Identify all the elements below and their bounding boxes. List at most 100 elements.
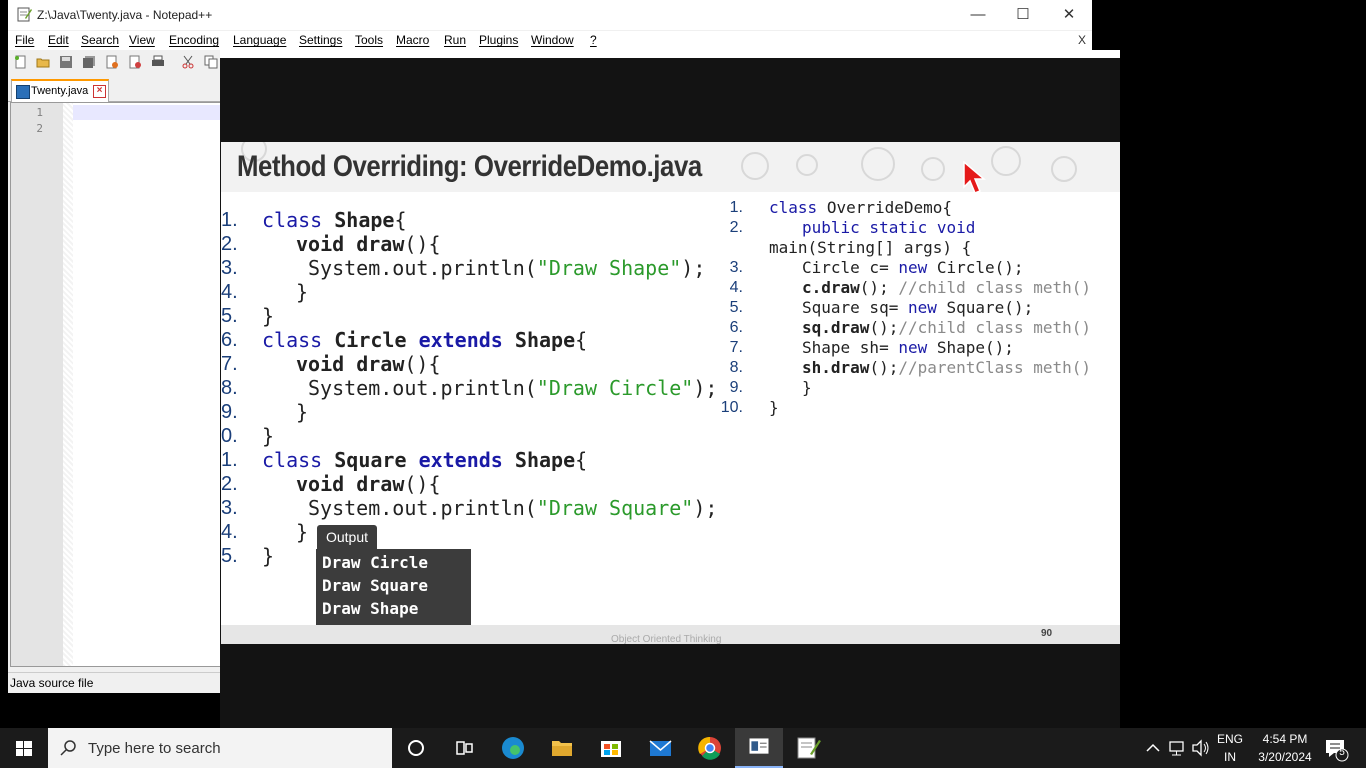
notepadpp-taskbar-icon[interactable] xyxy=(784,728,832,768)
open-file-icon[interactable] xyxy=(36,55,50,69)
search-placeholder: Type here to search xyxy=(88,740,221,757)
copy-icon[interactable] xyxy=(204,55,218,69)
system-clock[interactable]: 4:54 PM 3/20/2024 xyxy=(1252,730,1318,766)
task-view-icon[interactable] xyxy=(440,728,488,768)
line-number: 8. xyxy=(221,377,238,399)
tab-twenty-java[interactable]: Twenty.java × xyxy=(11,79,109,103)
line-number: 1. xyxy=(221,449,238,471)
cortana-icon[interactable] xyxy=(392,728,440,768)
input-language-indicator[interactable]: ENG IN xyxy=(1214,730,1246,766)
status-bar: Java source file xyxy=(8,672,220,693)
line-number: 5. xyxy=(221,545,238,567)
menu-language[interactable]: Language xyxy=(233,33,286,47)
menu-search[interactable]: Search xyxy=(81,33,119,47)
volume-icon[interactable] xyxy=(1190,728,1212,768)
line-number: 5. xyxy=(221,305,238,327)
minimize-button[interactable]: — xyxy=(955,0,1001,30)
doodle-decoration xyxy=(921,157,945,181)
save-all-icon[interactable] xyxy=(82,55,96,69)
line-number: 9. xyxy=(221,401,238,423)
windows-start-icon[interactable] xyxy=(0,728,48,768)
menu-file[interactable]: File xyxy=(15,33,34,47)
line-number-gutter: 1 2 xyxy=(11,103,63,666)
slide-footer: Object Oriented Thinking 90 xyxy=(221,625,1120,645)
menu-view[interactable]: View xyxy=(129,33,155,47)
line-number: 3. xyxy=(221,497,238,519)
mouse-cursor-icon xyxy=(963,161,987,194)
close-tab-icon[interactable]: × xyxy=(93,85,106,98)
editor-area[interactable]: 1 2 xyxy=(10,102,222,667)
line-number: 2. xyxy=(221,473,238,495)
menu-window[interactable]: Window xyxy=(531,33,574,47)
new-file-icon[interactable] xyxy=(14,55,28,69)
line-number: 6. xyxy=(221,329,238,351)
footer-text: Object Oriented Thinking xyxy=(611,634,722,645)
tab-label: Twenty.java xyxy=(31,85,89,97)
line-number: 7. xyxy=(221,353,238,375)
doodle-decoration xyxy=(741,152,769,180)
line-number: 5. xyxy=(729,299,743,316)
edge-browser-icon[interactable] xyxy=(489,728,537,768)
notification-count-badge: 5 xyxy=(1339,747,1345,758)
print-icon[interactable] xyxy=(151,55,165,69)
clock-date: 3/20/2024 xyxy=(1258,750,1312,764)
slide-title: Method Overriding: OverrideDemo.java xyxy=(237,150,702,183)
output-box: Draw Circle Draw Square Draw Shape xyxy=(316,549,471,625)
menu-settings[interactable]: Settings xyxy=(299,33,342,47)
slide-page-number: 90 xyxy=(1041,628,1053,639)
saved-file-icon xyxy=(16,85,30,99)
close-file-icon[interactable] xyxy=(105,55,119,69)
menu-help[interactable]: ? xyxy=(590,33,597,47)
close-document-button[interactable]: X xyxy=(1078,33,1086,47)
maximize-button[interactable]: ☐ xyxy=(1000,0,1046,30)
cut-icon[interactable] xyxy=(181,55,195,69)
title-bar: Z:\Java\Twenty.java - Notepad++ — ☐ ✕ xyxy=(8,0,1092,30)
mail-icon[interactable] xyxy=(636,728,684,768)
menu-tools[interactable]: Tools xyxy=(355,33,383,47)
current-line-highlight xyxy=(73,105,221,120)
clock-time: 4:54 PM xyxy=(1262,732,1308,746)
doodle-decoration xyxy=(991,146,1021,176)
menu-plugins[interactable]: Plugins xyxy=(479,33,518,47)
show-hidden-icons-chevron-icon[interactable] xyxy=(1142,728,1164,768)
line-number: 2 xyxy=(36,122,43,135)
line-number: 1. xyxy=(729,199,743,216)
window-title: Z:\Java\Twenty.java - Notepad++ xyxy=(37,8,213,22)
notepadpp-icon xyxy=(17,7,32,22)
line-number: 7. xyxy=(729,339,743,356)
right-code-block: 1. class OverrideDemo{ 2. public static vo… xyxy=(720,198,1091,417)
output-line: Draw Square xyxy=(322,576,428,595)
menu-encoding[interactable]: Encoding xyxy=(169,33,219,47)
chrome-icon[interactable] xyxy=(686,728,734,768)
left-code-block: 1. class Shape{ 2. void draw(){ 3. System.o… xyxy=(221,208,718,568)
line-number: 1 xyxy=(36,106,43,119)
close-all-icon[interactable] xyxy=(128,55,142,69)
line-number: 0. xyxy=(221,425,238,447)
menu-macro[interactable]: Macro xyxy=(396,33,429,47)
search-icon xyxy=(60,740,76,756)
line-number: 10. xyxy=(720,399,743,416)
menu-bar: File Edit Search View Encoding Language … xyxy=(8,31,1092,50)
file-explorer-icon[interactable] xyxy=(538,728,586,768)
taskbar: Type here to search ENG IN 4:54 PM 3/20/… xyxy=(0,728,1366,768)
doodle-decoration xyxy=(861,147,895,181)
menu-run[interactable]: Run xyxy=(444,33,466,47)
file-type-status: Java source file xyxy=(10,676,94,690)
tab-bar: Twenty.java × xyxy=(8,78,220,103)
line-number: 3. xyxy=(221,257,238,279)
taskbar-search-box[interactable]: Type here to search xyxy=(48,728,392,768)
menu-edit[interactable]: Edit xyxy=(48,33,69,47)
video-player-app-icon[interactable] xyxy=(735,728,783,768)
doodle-decoration xyxy=(796,154,818,176)
line-number: 2. xyxy=(221,233,238,255)
network-icon[interactable] xyxy=(1166,728,1188,768)
line-number: 4. xyxy=(729,279,743,296)
line-number: 4. xyxy=(221,521,238,543)
doodle-decoration xyxy=(1051,156,1077,182)
line-number: 4. xyxy=(221,281,238,303)
line-number: 2. xyxy=(729,219,743,236)
microsoft-store-icon[interactable] xyxy=(587,728,635,768)
save-icon[interactable] xyxy=(59,55,73,69)
close-button[interactable]: ✕ xyxy=(1046,0,1092,30)
line-number: 9. xyxy=(729,379,743,396)
